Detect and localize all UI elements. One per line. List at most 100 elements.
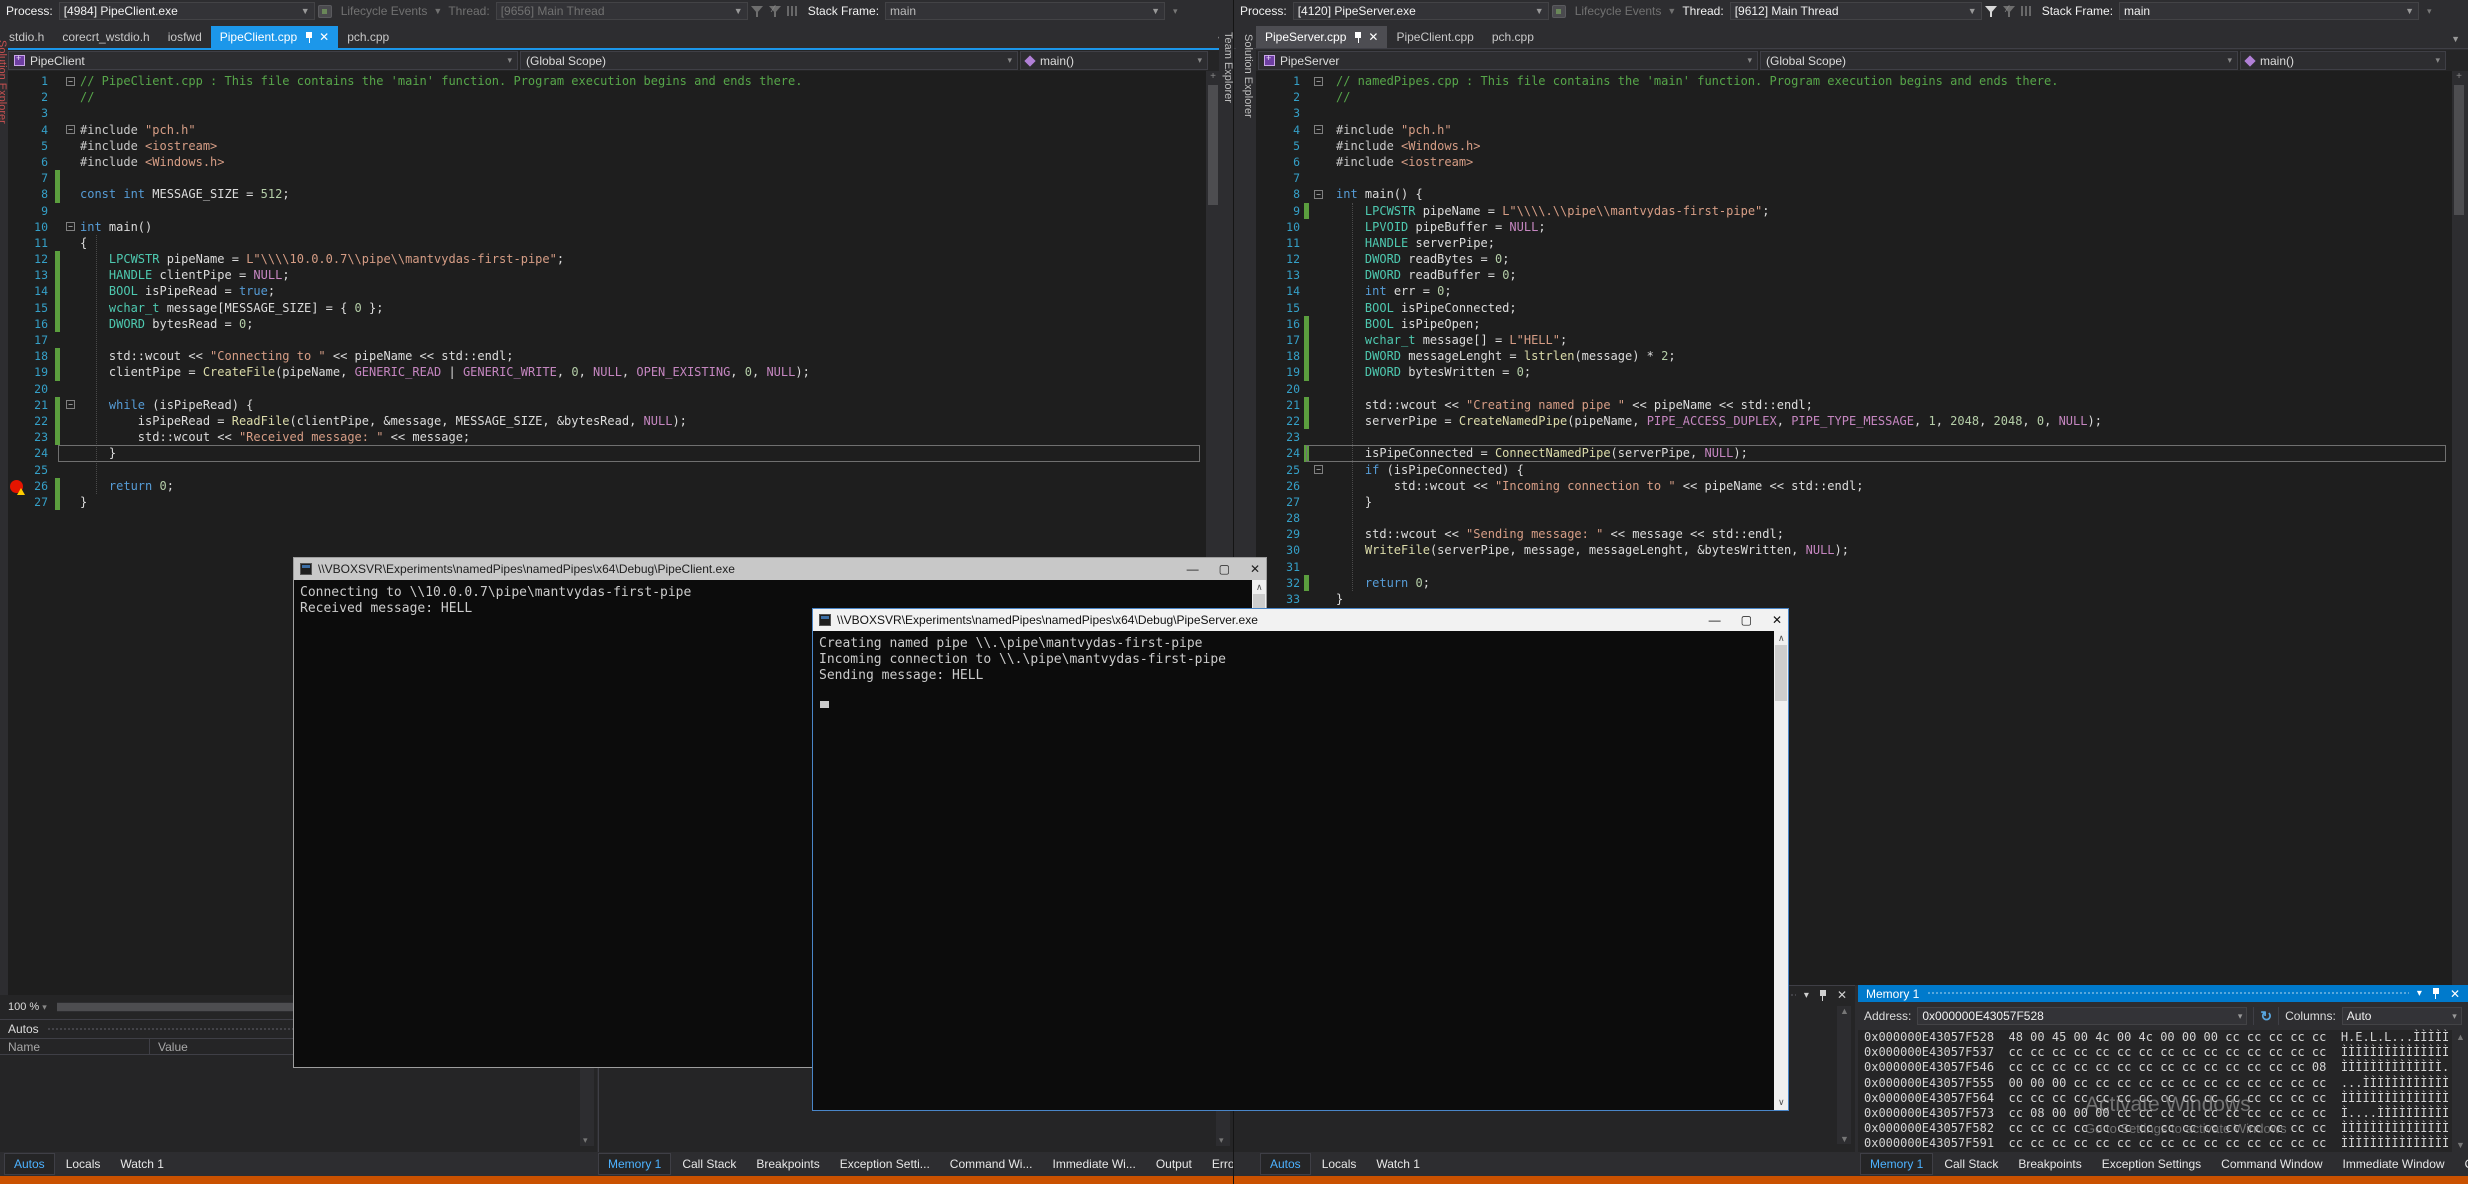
toolbar-overflow-icon[interactable]: ▾ [2427, 6, 2432, 17]
tab-iosfwd[interactable]: iosfwd [159, 26, 211, 48]
tab-pipeserver-cpp[interactable]: PipeServer.cpp✕ [1256, 26, 1387, 48]
filter-threads-icon[interactable] [1985, 5, 1997, 18]
pin-icon[interactable] [1354, 32, 1362, 43]
maximize-button[interactable]: ▢ [1741, 613, 1752, 627]
filter-threads-icon[interactable] [751, 5, 763, 18]
fold-collapse-icon[interactable]: − [1314, 77, 1323, 86]
pin-icon[interactable] [2432, 988, 2440, 999]
panel-tab-immediate-wi-[interactable]: Immediate Wi... [1043, 1154, 1144, 1174]
close-icon[interactable]: ✕ [1368, 30, 1378, 44]
tab-pch-cpp[interactable]: pch.cpp [338, 26, 398, 48]
fold-collapse-icon[interactable]: − [66, 400, 75, 409]
pin-icon[interactable] [305, 32, 313, 43]
panel-tab-immediate-window[interactable]: Immediate Window [2334, 1154, 2454, 1174]
scope-dropdown[interactable]: (Global Scope)▾ [1760, 51, 2238, 70]
autos-col-name[interactable]: Name [0, 1039, 150, 1054]
panel-tab-call-stack[interactable]: Call Stack [673, 1154, 745, 1174]
tab-overflow-icon[interactable]: ▼ [2451, 34, 2468, 48]
member-dropdown[interactable]: main()▾ [2240, 51, 2446, 70]
fold-collapse-icon[interactable]: − [1314, 125, 1323, 134]
fold-collapse-icon[interactable]: − [66, 77, 75, 86]
minimize-button[interactable]: — [1187, 562, 1199, 576]
console-title-bar[interactable]: \\VBOXSVR\Experiments\namedPipes\namedPi… [294, 558, 1266, 580]
panel-tab-watch-1[interactable]: Watch 1 [1367, 1154, 1429, 1174]
chevron-down-icon[interactable]: ▾ [1804, 990, 1809, 1001]
fold-collapse-icon[interactable]: − [66, 125, 75, 134]
flagged-threads-icon[interactable] [787, 6, 799, 16]
process-dropdown[interactable]: [4984] PipeClient.exe▼ [59, 2, 315, 20]
stack-frame-dropdown[interactable]: main▼ [2119, 2, 2419, 20]
close-icon[interactable]: ✕ [2450, 987, 2460, 1001]
sidebar-tab-solution-explorer-clipped[interactable]: Solution Explorer [0, 40, 8, 260]
close-icon[interactable]: ✕ [1837, 988, 1847, 1002]
panel-tab-exception-settings[interactable]: Exception Settings [2093, 1154, 2210, 1174]
close-button[interactable]: ✕ [1772, 613, 1782, 627]
change-bar [55, 413, 60, 429]
close-icon[interactable]: ✕ [319, 30, 329, 44]
filter-clear-icon[interactable]: ⁄ [769, 5, 781, 18]
toolbar-overflow-icon[interactable]: ▾ [1173, 6, 1178, 17]
thread-dropdown[interactable]: [9612] Main Thread▼ [1730, 2, 1982, 20]
project-dropdown[interactable]: PipeServer▾ [1258, 51, 1758, 70]
panel-tab-locals[interactable]: Locals [57, 1154, 110, 1174]
panel-tab-memory-1[interactable]: Memory 1 [1860, 1153, 1933, 1175]
tab-stdio-h[interactable]: stdio.h [0, 26, 53, 48]
autos-scrollbar[interactable]: ▾ [580, 1060, 594, 1146]
zoom-level-dropdown[interactable]: 100 % ▾ [8, 1001, 47, 1013]
tab-pch-cpp[interactable]: pch.cpp [1483, 26, 1543, 48]
autos-scrollbar[interactable]: ▲▼ [1837, 1006, 1851, 1144]
columns-dropdown[interactable]: Auto▾ [2342, 1007, 2462, 1025]
process-dropdown[interactable]: [4120] PipeServer.exe▼ [1293, 2, 1549, 20]
flagged-threads-icon[interactable] [2021, 6, 2033, 16]
close-button[interactable]: ✕ [1250, 562, 1260, 576]
panel-tab-output[interactable]: Output [2456, 1154, 2468, 1174]
code-line-19: 19 clientPipe = CreateFile(pipeName, GEN… [8, 364, 1206, 380]
fold-collapse-icon[interactable]: − [1314, 465, 1323, 474]
thread-dropdown[interactable]: [9656] Main Thread▼ [496, 2, 748, 20]
fold-collapse-icon[interactable]: − [66, 222, 75, 231]
panel-tab-output[interactable]: Output [1147, 1154, 1201, 1174]
panel-tab-command-window[interactable]: Command Window [2212, 1154, 2331, 1174]
lifecycle-events-button[interactable]: Lifecycle Events [1575, 4, 1662, 18]
fold-collapse-icon[interactable]: − [1314, 190, 1323, 199]
console-scrollbar[interactable]: ∧∨ [1774, 631, 1788, 1110]
code-line-6: 6#include <iostream> [1256, 154, 2452, 170]
maximize-button[interactable]: ▢ [1219, 562, 1230, 576]
panel-tab-watch-1[interactable]: Watch 1 [111, 1154, 173, 1174]
memory-title-bar[interactable]: Memory 1 ▾ ✕ [1858, 985, 2468, 1002]
tab-corecrt-wstdio-h[interactable]: corecrt_wstdio.h [53, 26, 158, 48]
tab-pipeclient-cpp[interactable]: PipeClient.cpp✕ [211, 26, 338, 48]
code-line-3: 3 [1256, 105, 2452, 121]
member-dropdown[interactable]: main()▾ [1020, 51, 1208, 70]
chevron-down-icon[interactable]: ▾ [2417, 988, 2422, 999]
memory-scrollbar[interactable]: ▲▼ [2453, 1030, 2467, 1152]
panel-tab-error-list[interactable]: Error List [1203, 1154, 1234, 1174]
panel-tab-call-stack[interactable]: Call Stack [1935, 1154, 2007, 1174]
pin-icon[interactable] [1819, 990, 1827, 1001]
panel-tab-breakpoints[interactable]: Breakpoints [2009, 1154, 2090, 1174]
address-input[interactable]: 0x000000E43057F528▾ [1917, 1007, 2247, 1025]
panel-tab-memory-1[interactable]: Memory 1 [598, 1153, 671, 1175]
project-dropdown[interactable]: PipeClient▾ [8, 51, 518, 70]
scope-dropdown[interactable]: (Global Scope)▾ [520, 51, 1018, 70]
panel-tab-breakpoints[interactable]: Breakpoints [747, 1154, 828, 1174]
editor-scrollbar-right[interactable]: + [2452, 71, 2466, 985]
breakpoint-warning-icon[interactable] [10, 480, 23, 493]
stack-frame-dropdown[interactable]: main▼ [885, 2, 1165, 20]
console-title-bar[interactable]: \\VBOXSVR\Experiments\namedPipes\namedPi… [813, 609, 1788, 631]
console-window-pipeserver[interactable]: \\VBOXSVR\Experiments\namedPipes\namedPi… [812, 608, 1789, 1111]
panel-tab-command-wi-[interactable]: Command Wi... [941, 1154, 1042, 1174]
filter-clear-icon[interactable]: ⁄ [2003, 5, 2015, 18]
autos-col-value[interactable]: Value [150, 1039, 300, 1054]
lifecycle-events-button[interactable]: Lifecycle Events [341, 4, 428, 18]
panel-tab-locals[interactable]: Locals [1313, 1154, 1366, 1174]
panel-tab-autos[interactable]: Autos [4, 1153, 55, 1175]
code-line-21: 21 std::wcout << "Creating named pipe " … [1256, 397, 2452, 413]
panel-tab-exception-setti-[interactable]: Exception Setti... [831, 1154, 939, 1174]
splitter-icon[interactable]: + [2452, 71, 2466, 82]
refresh-icon[interactable]: ↻ [2260, 1008, 2272, 1025]
panel-tab-autos[interactable]: Autos [1260, 1153, 1311, 1175]
tab-pipeclient-cpp[interactable]: PipeClient.cpp [1387, 26, 1482, 48]
minimize-button[interactable]: — [1709, 613, 1721, 627]
splitter-icon[interactable]: + [1206, 71, 1220, 82]
